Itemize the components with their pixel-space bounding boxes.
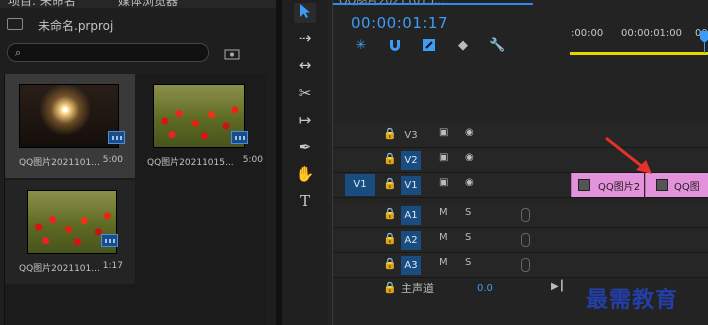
sync-lock-icon[interactable]: ▣ bbox=[439, 152, 448, 163]
mute-button[interactable]: M bbox=[439, 257, 448, 268]
sequence-tab-underline bbox=[333, 3, 533, 5]
microphone-icon[interactable] bbox=[521, 258, 530, 272]
fx-badge-icon bbox=[656, 179, 668, 191]
search-icon: ⌕ bbox=[15, 46, 22, 59]
pen-tool-icon[interactable]: ✒ bbox=[294, 137, 316, 157]
track-a3[interactable]: 🔒 A3 M S bbox=[333, 253, 708, 278]
clip-name: QQ图片2021101... bbox=[19, 158, 100, 168]
tools-panel: ⇢ ↔ ✂ ↦ ✒ ✋ T bbox=[282, 0, 328, 325]
clip-item[interactable]: QQ图片20211015... 5:00 bbox=[137, 74, 267, 178]
work-area-bar[interactable] bbox=[570, 52, 708, 55]
eye-icon[interactable]: ◉ bbox=[465, 177, 474, 188]
lock-icon[interactable]: 🔒 bbox=[383, 207, 397, 220]
folder-icon bbox=[7, 18, 23, 30]
master-track-label: 主声道 bbox=[401, 282, 434, 295]
mute-button[interactable]: M bbox=[439, 232, 448, 243]
selection-tool-icon[interactable] bbox=[294, 3, 316, 23]
ripple-edit-tool-icon[interactable]: ↔ bbox=[294, 55, 316, 75]
sequence-badge-icon bbox=[101, 234, 118, 247]
hand-tool-icon[interactable]: ✋ bbox=[294, 164, 316, 184]
settings-wrench-icon[interactable]: 🔧 bbox=[489, 38, 505, 54]
clip-duration: 5:00 bbox=[102, 155, 123, 165]
track-name[interactable]: A3 bbox=[401, 256, 421, 275]
ruler-label: 00:00:01:00 bbox=[621, 28, 683, 39]
clip-label: QQ图 bbox=[674, 182, 700, 193]
source-patch-v1[interactable]: V1 bbox=[345, 174, 375, 196]
track-a1[interactable]: 🔒 A1 M S bbox=[333, 203, 708, 228]
track-name[interactable]: V1 bbox=[401, 176, 421, 195]
eye-icon[interactable]: ◉ bbox=[465, 152, 474, 163]
type-tool-icon[interactable]: T bbox=[294, 191, 316, 211]
project-panel: 项目: 未命名 媒体浏览器 未命名.prproj ⌕ QQ图片2021101..… bbox=[0, 0, 276, 325]
clip-name: QQ图片20211015... bbox=[147, 158, 234, 168]
lock-icon[interactable]: 🔒 bbox=[383, 281, 397, 294]
project-bin: QQ图片2021101... 5:00 QQ图片20211015... 5:00… bbox=[4, 74, 267, 325]
sync-lock-icon[interactable]: ▣ bbox=[439, 127, 448, 138]
slip-tool-icon[interactable]: ↦ bbox=[294, 110, 316, 130]
track-name[interactable]: A1 bbox=[401, 206, 421, 225]
lock-icon[interactable]: 🔒 bbox=[383, 127, 397, 140]
solo-button[interactable]: S bbox=[465, 232, 471, 243]
razor-tool-icon[interactable]: ✂ bbox=[294, 83, 316, 103]
add-marker-icon[interactable]: ◆ bbox=[455, 38, 471, 54]
microphone-icon[interactable] bbox=[521, 233, 530, 247]
go-to-end-icon[interactable]: ▶┃ bbox=[551, 281, 565, 292]
lock-icon[interactable]: 🔒 bbox=[383, 232, 397, 245]
eye-icon[interactable]: ◉ bbox=[465, 127, 474, 138]
lock-icon[interactable]: 🔒 bbox=[383, 177, 397, 190]
clip-name: QQ图片2021101... bbox=[19, 264, 100, 274]
track-a2[interactable]: 🔒 A2 M S bbox=[333, 228, 708, 253]
video-clip-badge-icon bbox=[108, 131, 125, 144]
master-volume-value[interactable]: 0.0 bbox=[477, 283, 493, 294]
track-name[interactable]: V2 bbox=[401, 151, 421, 170]
lock-icon[interactable]: 🔒 bbox=[383, 257, 397, 270]
playhead-timecode[interactable]: 00:00:01:17 bbox=[351, 14, 448, 32]
watermark-logo: 最需教育 bbox=[586, 288, 679, 313]
clip-duration: 5:00 bbox=[242, 155, 263, 165]
solo-button[interactable]: S bbox=[465, 207, 471, 218]
clip-item[interactable]: QQ图片2021101... 1:17 bbox=[5, 180, 135, 284]
video-clip-badge-icon bbox=[231, 131, 248, 144]
ruler-label: :00:00 bbox=[571, 28, 604, 39]
clip-item[interactable]: QQ图片2021101... 5:00 bbox=[5, 74, 135, 178]
clip-thumbnail bbox=[19, 84, 119, 148]
tab-project[interactable]: 项目: 未命名 bbox=[8, 0, 76, 8]
project-name: 未命名.prproj bbox=[38, 19, 114, 33]
tab-media-browser[interactable]: 媒体浏览器 bbox=[118, 0, 178, 8]
clip-duration: 1:17 bbox=[102, 261, 123, 271]
project-tab-bar: 项目: 未命名 媒体浏览器 bbox=[0, 0, 276, 8]
snap-icon[interactable] bbox=[387, 38, 403, 54]
playhead[interactable] bbox=[700, 31, 708, 53]
new-bin-icon[interactable] bbox=[224, 45, 240, 60]
sync-lock-icon[interactable]: ▣ bbox=[439, 177, 448, 188]
search-input[interactable]: ⌕ bbox=[7, 43, 209, 62]
mute-button[interactable]: M bbox=[439, 207, 448, 218]
track-name[interactable]: A2 bbox=[401, 231, 421, 250]
track-name[interactable]: V3 bbox=[401, 126, 421, 145]
nest-icon[interactable]: ✳ bbox=[353, 38, 369, 54]
microphone-icon[interactable] bbox=[521, 208, 530, 222]
track-select-tool-icon[interactable]: ⇢ bbox=[294, 28, 316, 48]
clip-label: QQ图片2 bbox=[598, 182, 641, 193]
lock-icon[interactable]: 🔒 bbox=[383, 152, 397, 165]
annotation-arrow-icon bbox=[605, 136, 652, 174]
fx-badge-icon bbox=[578, 179, 590, 191]
linked-selection-icon[interactable] bbox=[421, 38, 437, 54]
solo-button[interactable]: S bbox=[465, 257, 471, 268]
